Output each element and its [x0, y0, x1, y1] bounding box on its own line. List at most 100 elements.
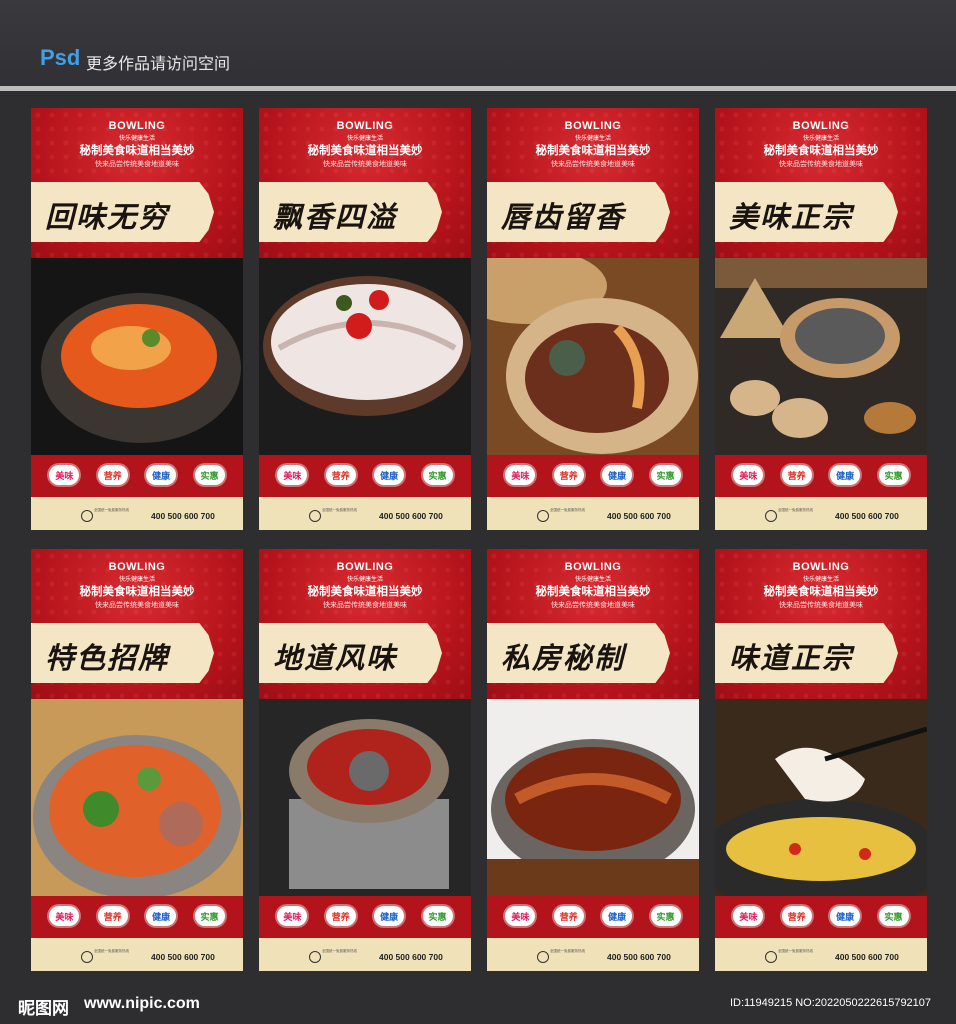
banner-title: 唇齿留香: [501, 200, 626, 234]
food-photo: [487, 258, 699, 455]
phone-icon: [537, 951, 549, 963]
feature-badge: 实惠: [650, 906, 681, 926]
poster-headline: 秘制美食味道相当美妙: [535, 584, 651, 598]
psd-logo: Psd: [40, 45, 81, 70]
brand-tagline: 快乐健康生活: [346, 576, 383, 583]
brand-tagline: 快乐健康生活: [574, 576, 611, 583]
poster-subline: 快来品尝传统美食地道美味: [779, 601, 863, 609]
hotline-note: 全国统一免费服务热线: [778, 508, 813, 512]
hotline-note: 全国统一免费服务热线: [778, 949, 813, 953]
poster-card[interactable]: BOWLING 快乐健康生活 秘制美食味道相当美妙 快来品尝传统美食地道美味 特…: [31, 549, 243, 971]
feature-badge: 实惠: [422, 906, 453, 926]
brand-name: BOWLING: [336, 561, 394, 573]
food-photo: [259, 258, 471, 455]
poster-headline: 秘制美食味道相当美妙: [307, 584, 423, 598]
brand-name: BOWLING: [108, 120, 166, 132]
banner-title: 地道风味: [273, 641, 398, 675]
poster-subline: 快来品尝传统美食地道美味: [551, 160, 635, 168]
feature-badge: 美味: [505, 465, 536, 485]
poster-card[interactable]: BOWLING 快乐健康生活 秘制美食味道相当美妙 快来品尝传统美食地道美味 味…: [715, 549, 927, 971]
feature-badge: 健康: [830, 906, 861, 926]
poster-headline: 秘制美食味道相当美妙: [535, 143, 651, 157]
feature-badge: 美味: [49, 906, 80, 926]
badge-row: 美味 营养 健康 实惠: [715, 906, 927, 926]
poster-card[interactable]: BOWLING 快乐健康生活 秘制美食味道相当美妙 快来品尝传统美食地道美味 唇…: [487, 108, 699, 530]
feature-badge: 美味: [733, 906, 764, 926]
phone-icon: [309, 510, 321, 522]
feature-badge: 美味: [277, 465, 308, 485]
feature-badge: 营养: [97, 465, 128, 485]
brand-tagline: 快乐健康生活: [118, 135, 155, 142]
banner-title: 回味无穷: [45, 200, 170, 234]
phone-icon: [537, 510, 549, 522]
image-id: ID:11949215 NO:20220502226157921​07: [730, 997, 932, 1009]
hotline-note: 全国统一免费服务热线: [322, 949, 357, 953]
divider: [0, 86, 956, 91]
feature-badge: 实惠: [422, 465, 453, 485]
food-photo: [31, 258, 243, 455]
brand-name: BOWLING: [792, 561, 850, 573]
feature-badge: 美味: [277, 906, 308, 926]
badge-row: 美味 营养 健康 实惠: [31, 906, 243, 926]
feature-badge: 营养: [325, 465, 356, 485]
visit-text[interactable]: 更多作品请访问空间: [86, 50, 230, 74]
food-photo: [715, 258, 927, 455]
phone-number: 400 500 600 700: [151, 511, 215, 521]
watermark-site: www.nipic.com: [84, 995, 200, 1012]
phone-icon: [765, 951, 777, 963]
brand-name: BOWLING: [564, 120, 622, 132]
poster-subline: 快来品尝传统美食地道美味: [95, 160, 179, 168]
hotline-note: 全国统一免费服务热线: [94, 508, 129, 512]
badge-row: 美味 营养 健康 实惠: [31, 465, 243, 485]
badge-row: 美味 营养 健康 实惠: [487, 465, 699, 485]
feature-badge: 健康: [602, 465, 633, 485]
banner-title: 味道正宗: [729, 641, 854, 675]
hotline-note: 全国统一免费服务热线: [550, 949, 585, 953]
brand-name: BOWLING: [792, 120, 850, 132]
poster-card[interactable]: BOWLING 快乐健康生活 秘制美食味道相当美妙 快来品尝传统美食地道美味 地…: [259, 549, 471, 971]
poster-card[interactable]: BOWLING 快乐健康生活 秘制美食味道相当美妙 快来品尝传统美食地道美味 私…: [487, 549, 699, 971]
feature-badge: 实惠: [194, 465, 225, 485]
brand-name: BOWLING: [108, 561, 166, 573]
feature-badge: 健康: [146, 465, 177, 485]
hotline-note: 全国统一免费服务热线: [550, 508, 585, 512]
feature-badge: 健康: [374, 906, 405, 926]
phone-icon: [81, 510, 93, 522]
phone-icon: [765, 510, 777, 522]
poster-card[interactable]: BOWLING 快乐健康生活 秘制美食味道相当美妙 快来品尝传统美食地道美味 飘…: [259, 108, 471, 530]
feature-badge: 健康: [146, 906, 177, 926]
brand-name: BOWLING: [336, 120, 394, 132]
brand-tagline: 快乐健康生活: [346, 135, 383, 142]
watermark-logo: 昵图网: [18, 999, 69, 1019]
banner-title: 特色招牌: [45, 641, 170, 675]
top-bar: Psd 更多作品请访问空间: [0, 0, 956, 86]
feature-badge: 健康: [374, 465, 405, 485]
poster-headline: 秘制美食味道相当美妙: [307, 143, 423, 157]
poster-card[interactable]: BOWLING 快乐健康生活 秘制美食味道相当美妙 快来品尝传统美食地道美味 回…: [31, 108, 243, 530]
phone-number: 400 500 600 700: [379, 511, 443, 521]
banner-title: 飘香四溢: [273, 200, 398, 234]
badge-row: 美味 营养 健康 实惠: [715, 465, 927, 485]
phone-number: 400 500 600 700: [379, 952, 443, 962]
feature-badge: 美味: [733, 465, 764, 485]
food-photo: [259, 699, 471, 896]
brand-name: BOWLING: [564, 561, 622, 573]
phone-number: 400 500 600 700: [835, 511, 899, 521]
hotline-note: 全国统一免费服务热线: [322, 508, 357, 512]
feature-badge: 实惠: [650, 465, 681, 485]
phone-icon: [309, 951, 321, 963]
feature-badge: 营养: [781, 465, 812, 485]
phone-icon: [81, 951, 93, 963]
poster-card[interactable]: BOWLING 快乐健康生活 秘制美食味道相当美妙 快来品尝传统美食地道美味 美…: [715, 108, 927, 530]
brand-tagline: 快乐健康生活: [574, 135, 611, 142]
banner-title: 私房秘制: [501, 641, 626, 675]
phone-number: 400 500 600 700: [607, 952, 671, 962]
feature-badge: 美味: [505, 906, 536, 926]
badge-row: 美味 营养 健康 实惠: [487, 906, 699, 926]
feature-badge: 实惠: [194, 906, 225, 926]
feature-badge: 营养: [553, 906, 584, 926]
food-photo: [715, 699, 927, 896]
feature-badge: 健康: [830, 465, 861, 485]
feature-badge: 营养: [781, 906, 812, 926]
feature-badge: 美味: [49, 465, 80, 485]
